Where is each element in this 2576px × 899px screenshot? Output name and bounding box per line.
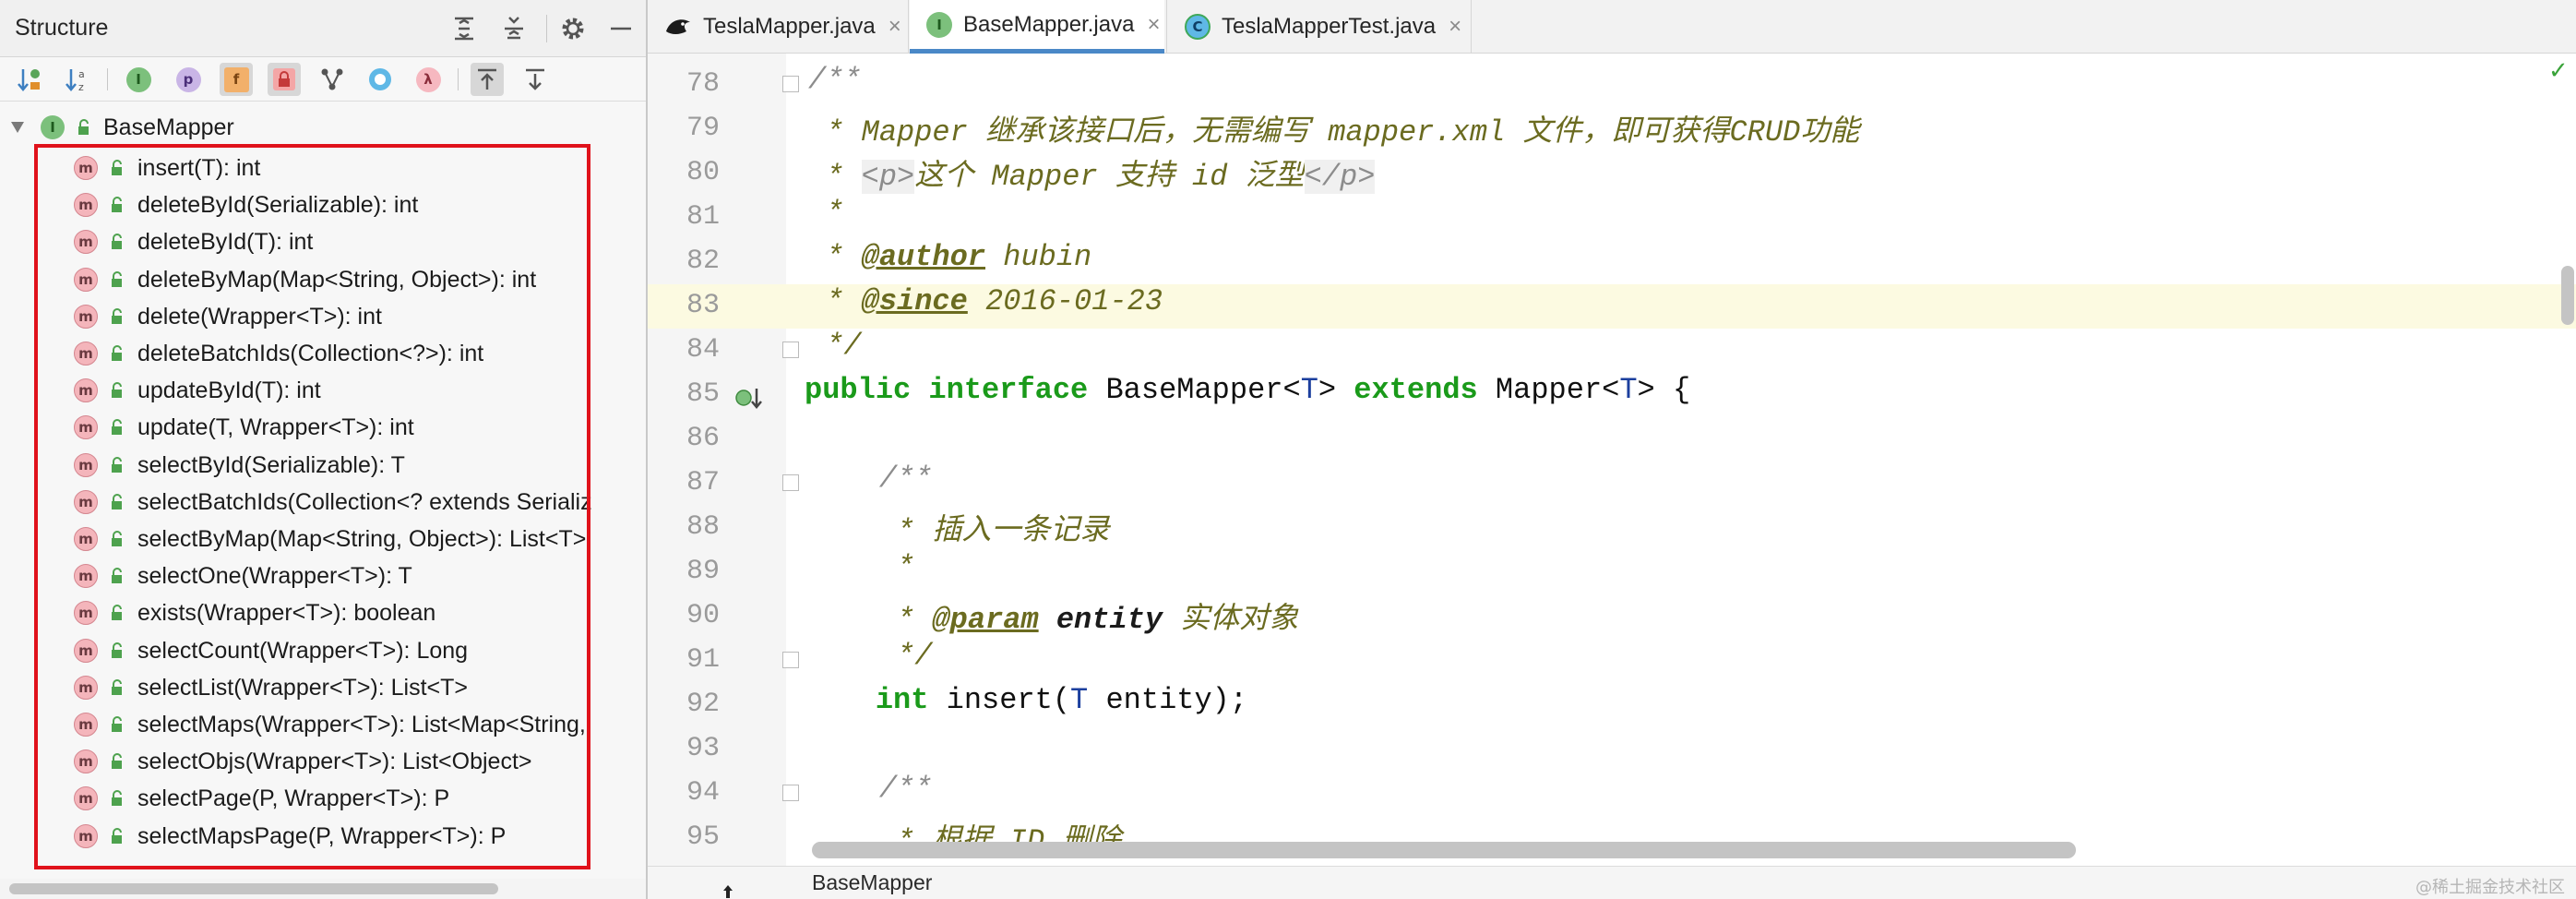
interface-icon: I [926, 11, 952, 38]
interface-letter-icon: I [125, 66, 151, 92]
fold-marker-icon[interactable] [782, 785, 799, 801]
svg-text:a: a [78, 68, 85, 80]
line-number: 93 [686, 733, 720, 764]
interface-icon: I [41, 115, 65, 139]
code-line-88: * 插入一条记录 [808, 514, 1110, 548]
line-number: 91 [686, 644, 720, 676]
svg-text:z: z [78, 81, 84, 93]
line-number: 80 [686, 157, 720, 188]
line-number: 92 [686, 689, 720, 720]
tab-label: TeslaMapperTest.java [1222, 14, 1437, 39]
tree-root-basemapper[interactable]: I BaseMapper [0, 109, 646, 146]
line-number: 81 [686, 201, 720, 233]
structure-title: Structure [15, 15, 109, 41]
code-line-94: /** [808, 772, 933, 806]
code-line-90: * @param entity 实体对象 [808, 603, 1299, 637]
show-anonymous-icon[interactable] [364, 63, 397, 96]
minimize-icon[interactable] [605, 13, 637, 44]
show-properties-icon[interactable]: p [172, 63, 205, 96]
line-number: 86 [686, 423, 720, 454]
field-letter-icon: f [223, 66, 249, 92]
code-line-81: * [808, 196, 844, 230]
tab-teslamapper[interactable]: TeslaMapper.java × [648, 0, 904, 54]
fold-marker-icon[interactable] [782, 474, 799, 491]
tab-divider [1471, 0, 1472, 54]
tab-divider [1166, 0, 1167, 54]
code-line-83: * @since 2016-01-23 [786, 284, 2576, 329]
autoscroll-from-source-icon[interactable] [519, 63, 552, 96]
code-line-85: public interface BaseMapper<T> extends M… [805, 373, 1691, 407]
breadcrumb-bar: BaseMapper @稀土掘金技术社区 [648, 866, 2576, 899]
lambda-letter-icon: λ [415, 66, 441, 92]
line-number: 83 [686, 290, 720, 321]
tab-teslamappertest[interactable]: C TeslaMapperTest.java × [1168, 0, 1469, 54]
line-number: 95 [686, 821, 720, 853]
header-divider [546, 15, 547, 42]
line-number: 85 [686, 378, 720, 410]
class-icon: C [1185, 14, 1210, 40]
resize-cursor-icon [723, 885, 733, 898]
code-line-78: /** [808, 63, 862, 97]
mybatis-bird-icon [666, 19, 690, 34]
tab-close-icon[interactable]: × [888, 14, 901, 40]
tab-divider [908, 0, 909, 54]
fold-marker-icon[interactable] [782, 652, 799, 668]
line-number: 84 [686, 334, 720, 366]
line-number: 88 [686, 511, 720, 543]
public-lock-icon [78, 119, 89, 135]
code-line-91: */ [808, 639, 933, 673]
structure-toolbar: az I p f λ [0, 57, 646, 102]
editor-hscroll-thumb[interactable] [812, 842, 2076, 858]
expand-all-icon[interactable] [448, 13, 480, 44]
tab-basemapper[interactable]: I BaseMapper.java × [910, 0, 1164, 54]
structure-panel: Structure az I p f λ I BaseMapper m inse… [0, 0, 648, 899]
tab-close-icon[interactable]: × [1449, 14, 1461, 40]
show-hierarchy-icon[interactable] [316, 63, 349, 96]
editor-vscroll-thumb[interactable] [2561, 266, 2574, 325]
line-number: 79 [686, 113, 720, 144]
sort-alphabetically-icon[interactable]: az [61, 63, 94, 96]
gear-icon[interactable] [557, 13, 589, 44]
breadcrumb[interactable]: BaseMapper [812, 870, 932, 895]
implemented-by-icon[interactable] [734, 384, 768, 412]
show-inherited-icon[interactable]: I [122, 63, 155, 96]
property-letter-icon: p [175, 66, 201, 92]
code-line-87: /** [808, 461, 933, 496]
sort-by-visibility-icon[interactable] [13, 63, 46, 96]
watermark: @稀土掘金技术社区 [2415, 878, 2565, 897]
tab-label: BaseMapper.java [963, 11, 1135, 37]
toolbar-divider [458, 68, 459, 90]
line-number: 90 [686, 600, 720, 631]
line-number: 78 [686, 68, 720, 100]
highlight-annotation-box [34, 144, 590, 869]
structure-header: Structure [0, 0, 646, 57]
inspection-ok-icon[interactable]: ✓ [2548, 57, 2569, 85]
code-line-92: int insert(T entity); [875, 683, 1248, 717]
code-line-82: * @author hubin [808, 240, 1092, 274]
line-number: 82 [686, 246, 720, 277]
expand-arrow-icon[interactable] [9, 120, 26, 135]
line-number: 89 [686, 556, 720, 587]
show-non-public-icon[interactable] [268, 63, 301, 96]
tab-close-icon[interactable]: × [1147, 12, 1160, 38]
show-fields-icon[interactable]: f [220, 63, 253, 96]
code-area[interactable]: /** * Mapper 继承该接口后，无需编写 mapper.xml 文件，即… [786, 54, 2576, 866]
code-line-89: * [808, 550, 915, 584]
line-number: 94 [686, 777, 720, 809]
code-line-84: */ [808, 329, 862, 363]
line-number: 87 [686, 467, 720, 498]
show-lambdas-icon[interactable]: λ [411, 63, 445, 96]
structure-hscroll-thumb[interactable] [9, 883, 498, 894]
autoscroll-to-source-icon[interactable] [471, 63, 504, 96]
fold-marker-icon[interactable] [782, 76, 799, 92]
code-line-80: * <p>这个 Mapper 支持 id 泛型</p> [808, 160, 1376, 194]
editor-tab-bar: TeslaMapper.java × I BaseMapper.java × C… [648, 0, 2576, 54]
fold-marker-icon[interactable] [782, 342, 799, 358]
collapse-all-icon[interactable] [498, 13, 530, 44]
tree-root-label: BaseMapper [103, 114, 234, 140]
tab-label: TeslaMapper.java [703, 14, 876, 39]
toolbar-divider [107, 68, 108, 90]
editor-panel: TeslaMapper.java × I BaseMapper.java × C… [648, 0, 2576, 899]
code-line-79: * Mapper 继承该接口后，无需编写 mapper.xml 文件，即可获得C… [808, 115, 1860, 150]
